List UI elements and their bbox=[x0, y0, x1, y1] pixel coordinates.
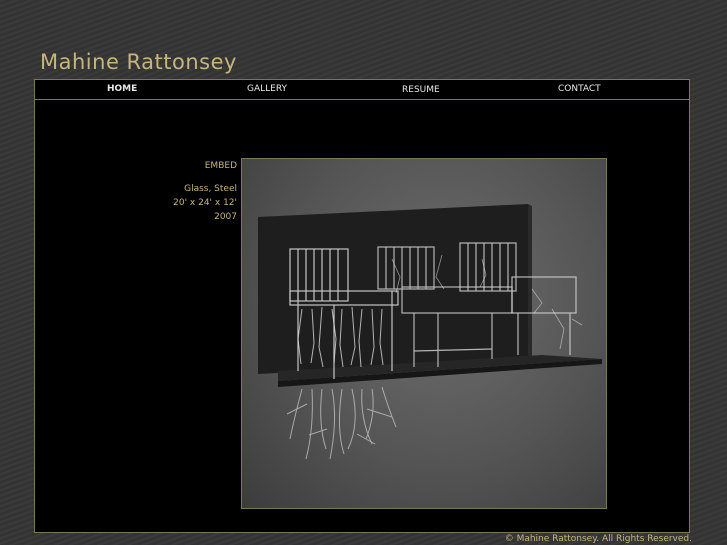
footer-copyright: © Mahine Rattonsey. All Rights Reserved. bbox=[504, 534, 692, 544]
nav-home-link[interactable]: HOME bbox=[107, 84, 137, 94]
artwork-medium: Glass, Steel bbox=[184, 184, 237, 194]
artwork-year: 2007 bbox=[214, 212, 237, 222]
artwork-title: EMBED bbox=[204, 161, 237, 171]
nav-contact-link[interactable]: CONTACT bbox=[558, 84, 601, 94]
nav-resume-link[interactable]: RESUME bbox=[402, 85, 440, 95]
artwork-details: Glass, Steel 20' x 24' x 12' 2007 bbox=[173, 182, 237, 224]
nav-gallery-link[interactable]: GALLERY bbox=[247, 84, 287, 94]
main-nav: HOME GALLERY RESUME CONTACT bbox=[35, 80, 689, 100]
artwork-image bbox=[241, 158, 607, 509]
site-title: Mahine Rattonsey bbox=[40, 50, 237, 74]
artwork-dimensions: 20' x 24' x 12' bbox=[173, 198, 237, 208]
content-frame: HOME GALLERY RESUME CONTACT EMBED Glass,… bbox=[34, 79, 690, 533]
sculpture-illustration bbox=[258, 204, 602, 460]
